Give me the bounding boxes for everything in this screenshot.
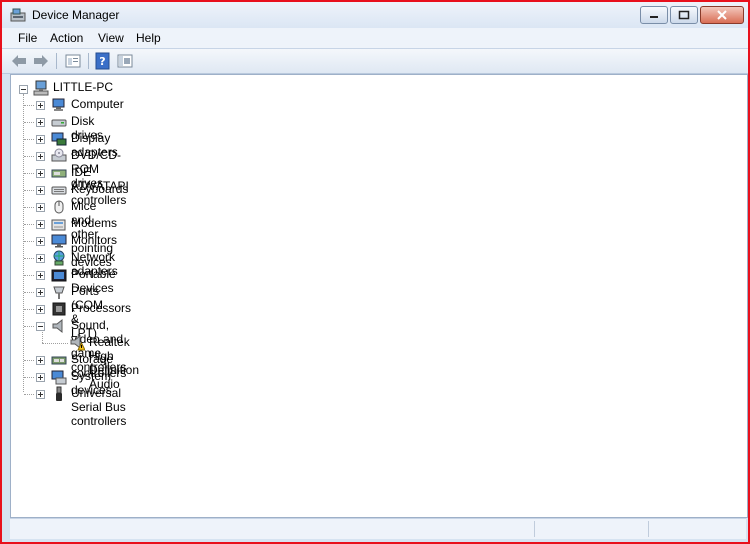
category-label[interactable]: Modems: [71, 216, 117, 230]
speaker-warning-icon: [70, 335, 85, 351]
toolbar-separator: [88, 53, 89, 69]
device-manager-icon: [10, 8, 26, 22]
expand-toggle[interactable]: [36, 135, 45, 144]
maximize-icon: [678, 10, 690, 20]
mouse-icon: [54, 200, 64, 214]
category-label[interactable]: Processors: [71, 301, 131, 315]
menu-action[interactable]: Action: [50, 31, 83, 45]
minimize-icon: [650, 16, 658, 18]
port-icon: [53, 286, 65, 299]
modem-icon: [51, 219, 66, 231]
expand-toggle[interactable]: [36, 288, 45, 297]
tree-guide-line: [42, 343, 68, 344]
tree-guide-line: [24, 309, 34, 310]
maximize-button[interactable]: [670, 6, 698, 24]
expand-toggle[interactable]: [36, 390, 45, 399]
category-label[interactable]: Keyboards: [71, 182, 128, 196]
expand-toggle[interactable]: [36, 220, 45, 229]
expand-toggle[interactable]: [36, 305, 45, 314]
toolbar: ?: [2, 49, 748, 74]
svg-text:?: ?: [99, 55, 105, 68]
device-manager-window: Device Manager File Action View Help ? L…: [0, 0, 750, 544]
forward-arrow-icon[interactable]: [32, 52, 50, 70]
tree-guide-line: [24, 224, 34, 225]
toolbar-separator: [56, 53, 57, 69]
category-label[interactable]: Monitors: [71, 233, 117, 247]
monitor-icon: [51, 234, 67, 248]
expand-toggle[interactable]: [36, 237, 45, 246]
expand-toggle[interactable]: [36, 152, 45, 161]
display-adapter-icon: [51, 132, 67, 146]
category-label[interactable]: Computer: [71, 97, 124, 111]
tree-guide-line: [24, 360, 34, 361]
help-icon[interactable]: ?: [94, 52, 112, 70]
tree-guide-line: [24, 326, 34, 327]
status-pane: [534, 521, 535, 537]
menu-bar: File Action View Help: [2, 28, 748, 49]
computer-icon: [33, 80, 49, 96]
tree-guide-line: [24, 292, 34, 293]
expand-toggle[interactable]: [36, 101, 45, 110]
tree-guide-line: [24, 207, 34, 208]
speaker-icon: [52, 318, 63, 334]
status-pane: [648, 521, 649, 537]
title-bar[interactable]: Device Manager: [2, 2, 748, 28]
tree-guide-line: [24, 139, 34, 140]
menu-file[interactable]: File: [18, 31, 37, 45]
collapse-toggle[interactable]: [36, 322, 45, 331]
system-device-icon: [51, 370, 67, 385]
disk-drive-icon: [51, 119, 67, 127]
tree-guide-line: [24, 275, 34, 276]
caption-buttons: [640, 6, 744, 24]
expand-toggle[interactable]: [36, 356, 45, 365]
expand-toggle[interactable]: [36, 373, 45, 382]
tree-guide-line: [24, 122, 34, 123]
menu-help[interactable]: Help: [136, 31, 161, 45]
dvd-drive-icon: [51, 148, 67, 162]
window-title: Device Manager: [32, 8, 120, 22]
expand-toggle[interactable]: [36, 271, 45, 280]
ide-controller-icon: [51, 169, 67, 178]
expand-toggle[interactable]: [36, 186, 45, 195]
tree-guide-line: [24, 241, 34, 242]
close-icon: [717, 10, 727, 20]
tree-guide-line: [24, 190, 34, 191]
usb-icon: [56, 386, 62, 401]
tree-guide-line: [24, 394, 34, 395]
computer-icon: [52, 98, 65, 111]
tree-guide-line: [24, 377, 34, 378]
properties-icon[interactable]: [64, 52, 82, 70]
expand-toggle[interactable]: [36, 254, 45, 263]
processor-icon: [52, 302, 66, 316]
close-button[interactable]: [700, 6, 744, 24]
tree-guide-line: [24, 105, 34, 106]
expand-toggle[interactable]: [36, 203, 45, 212]
tree-guide-line: [24, 156, 34, 157]
back-arrow-icon[interactable]: [10, 52, 28, 70]
tree-guide-line: [24, 258, 34, 259]
collapse-toggle[interactable]: [19, 85, 28, 94]
menu-view[interactable]: View: [98, 31, 124, 45]
storage-controller-icon: [51, 356, 67, 365]
tree-guide-line: [42, 332, 43, 343]
expand-toggle[interactable]: [36, 118, 45, 127]
category-label[interactable]: Universal Serial Bus controllers: [71, 386, 126, 428]
keyboard-icon: [51, 186, 67, 195]
expand-toggle[interactable]: [36, 169, 45, 178]
tree-guide-line: [24, 173, 34, 174]
network-adapter-icon: [53, 250, 65, 266]
minimize-button[interactable]: [640, 6, 668, 24]
device-tree[interactable]: LITTLE-PC Computer Disk drives Display ada…: [10, 74, 748, 518]
root-node-label[interactable]: LITTLE-PC: [53, 80, 113, 94]
status-bar: [10, 518, 746, 539]
portable-device-icon: [51, 269, 67, 282]
show-hide-console-tree-icon[interactable]: [116, 52, 134, 70]
